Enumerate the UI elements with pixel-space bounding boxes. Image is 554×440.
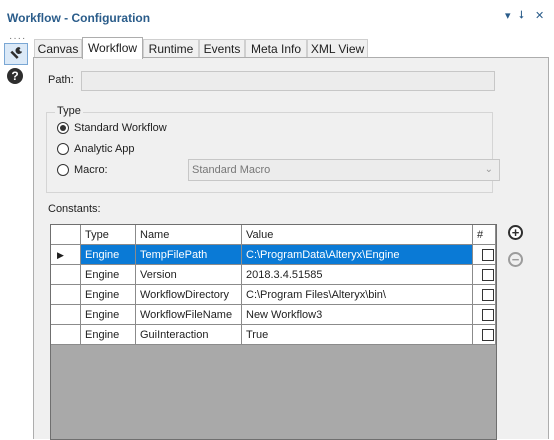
left-tool-strip: ···· ? <box>0 33 30 439</box>
standard-workflow-radio[interactable] <box>57 122 69 134</box>
column-header-name[interactable]: Name <box>136 225 242 245</box>
wrench-icon <box>10 47 23 59</box>
cell-name[interactable]: GuiInteraction <box>136 325 242 345</box>
column-header-type[interactable]: Type <box>81 225 136 245</box>
type-groupbox: Type Standard Workflow Analytic App Macr… <box>46 105 500 193</box>
macro-type-select[interactable]: Standard Macro ⌄ <box>188 159 500 181</box>
row-checkbox[interactable] <box>482 309 494 321</box>
close-icon[interactable]: ✕ <box>535 9 544 22</box>
type-legend: Type <box>55 105 83 117</box>
cell-value[interactable]: C:\Program Files\Alteryx\bin\ <box>242 285 473 305</box>
cell-type[interactable]: Engine <box>81 245 136 265</box>
remove-constant-icon[interactable]: − <box>508 252 523 267</box>
cell-value[interactable]: 2018.3.4.51585 <box>242 265 473 285</box>
tab-events[interactable]: Events <box>199 39 245 57</box>
row-selector[interactable] <box>51 265 81 285</box>
cell-type[interactable]: Engine <box>81 325 136 345</box>
window-titlebar: Workflow - Configuration ▾ ⭣ ✕ <box>0 0 554 35</box>
row-selector[interactable] <box>51 325 81 345</box>
cell-value[interactable]: True <box>242 325 473 345</box>
path-field[interactable] <box>81 71 495 91</box>
standard-workflow-label: Standard Workflow <box>74 122 167 134</box>
cell-value[interactable]: New Workflow3 <box>242 305 473 325</box>
cell-check <box>473 285 496 305</box>
analytic-app-label: Analytic App <box>74 143 135 155</box>
tab-xml-view[interactable]: XML View <box>307 39 368 57</box>
macro-select-value: Standard Macro <box>192 164 271 176</box>
tab-canvas[interactable]: Canvas <box>34 39 82 57</box>
workflow-tab-panel: Path: Type Standard Workflow Analytic Ap… <box>33 57 549 440</box>
cell-check <box>473 325 496 345</box>
row-selector[interactable] <box>51 305 81 325</box>
cell-check <box>473 265 496 285</box>
row-checkbox[interactable] <box>482 329 494 341</box>
row-selector[interactable] <box>51 285 81 305</box>
cell-type[interactable]: Engine <box>81 265 136 285</box>
row-checkbox[interactable] <box>482 249 494 261</box>
constants-grid: Type Name Value # ▶ Engine TempFilePath … <box>50 224 497 440</box>
table-row[interactable]: Engine Version 2018.3.4.51585 <box>51 265 496 285</box>
cell-type[interactable]: Engine <box>81 305 136 325</box>
row-checkbox[interactable] <box>482 289 494 301</box>
configuration-button[interactable] <box>4 43 28 65</box>
cell-name[interactable]: Version <box>136 265 242 285</box>
row-selector-arrow-icon[interactable]: ▶ <box>51 245 81 265</box>
window-menu-icon[interactable]: ▾ <box>505 9 511 22</box>
path-label: Path: <box>48 74 74 86</box>
macro-label: Macro: <box>74 164 108 176</box>
constants-label: Constants: <box>48 203 101 215</box>
tab-workflow[interactable]: Workflow <box>82 37 143 59</box>
tab-runtime[interactable]: Runtime <box>143 39 199 57</box>
help-icon[interactable]: ? <box>7 68 23 84</box>
table-row[interactable]: Engine WorkflowFileName New Workflow3 <box>51 305 496 325</box>
chevron-down-icon: ⌄ <box>484 164 493 175</box>
table-row[interactable]: Engine WorkflowDirectory C:\Program File… <box>51 285 496 305</box>
macro-radio[interactable] <box>57 164 69 176</box>
cell-check <box>473 305 496 325</box>
column-header-value[interactable]: Value <box>242 225 473 245</box>
table-row[interactable]: ▶ Engine TempFilePath C:\ProgramData\Alt… <box>51 245 496 265</box>
column-header-hash[interactable]: # <box>473 225 496 245</box>
pin-icon[interactable]: ⭣ <box>519 9 524 22</box>
table-row[interactable]: Engine GuiInteraction True <box>51 325 496 345</box>
analytic-app-radio[interactable] <box>57 143 69 155</box>
cell-name[interactable]: TempFilePath <box>136 245 242 265</box>
window-title: Workflow - Configuration <box>7 11 151 25</box>
tab-meta-info[interactable]: Meta Info <box>245 39 307 57</box>
row-checkbox[interactable] <box>482 269 494 281</box>
cell-type[interactable]: Engine <box>81 285 136 305</box>
cell-value[interactable]: C:\ProgramData\Alteryx\Engine <box>242 245 473 265</box>
cell-name[interactable]: WorkflowDirectory <box>136 285 242 305</box>
header-corner <box>51 225 81 245</box>
grid-header: Type Name Value # <box>51 225 496 246</box>
add-constant-icon[interactable]: + <box>508 225 523 240</box>
cell-check <box>473 245 496 265</box>
cell-name[interactable]: WorkflowFileName <box>136 305 242 325</box>
